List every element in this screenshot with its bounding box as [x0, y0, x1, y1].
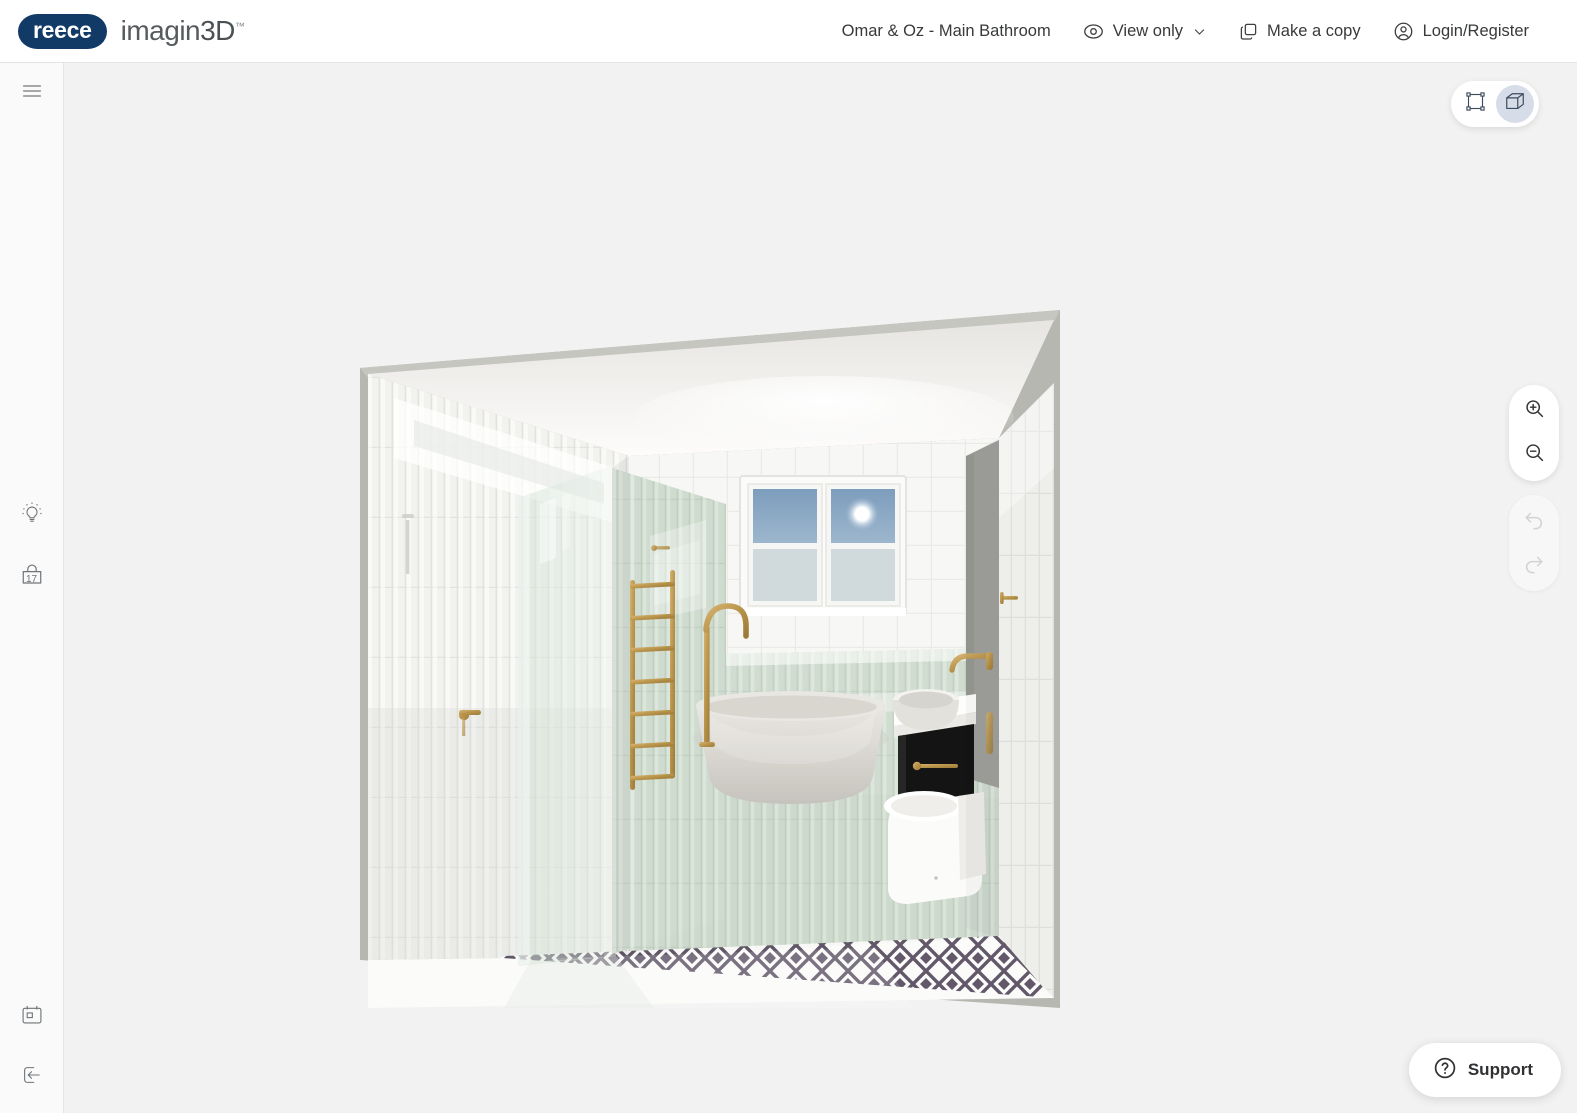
brand-logo[interactable]: reece imagin3D™ — [18, 13, 245, 49]
window — [739, 475, 907, 616]
undo-button[interactable] — [1514, 501, 1554, 541]
shopping-bag-count: 17 — [25, 573, 38, 585]
view-mode-label: View only — [1112, 21, 1184, 40]
trademark-mark: ™ — [234, 21, 245, 33]
design-canvas[interactable]: Support — [64, 63, 1577, 1113]
zoom-in-icon — [1524, 398, 1545, 424]
header-actions: Omar & Oz - Main Bathroom View only Make… — [826, 13, 1545, 50]
cube-3d-button[interactable] — [1496, 85, 1534, 123]
sidebar-item-exit[interactable] — [10, 1055, 54, 1099]
eye-icon — [1083, 21, 1104, 42]
make-a-copy-button[interactable]: Make a copy — [1223, 14, 1377, 49]
sidebar-item-inspiration[interactable] — [10, 493, 54, 537]
redo-button[interactable] — [1514, 545, 1554, 585]
exit-icon — [20, 1063, 44, 1092]
project-title-label: Omar & Oz - Main Bathroom — [841, 21, 1051, 40]
view-mode-toggle — [1451, 81, 1539, 127]
login-register-button[interactable]: Login/Register — [1377, 13, 1545, 50]
redo-icon — [1523, 552, 1545, 579]
vanity — [893, 689, 976, 804]
app-header: reece imagin3D™ Omar & Oz - Main Bathroo… — [0, 0, 1577, 63]
zoom-controls — [1509, 385, 1559, 481]
undo-icon — [1523, 508, 1545, 535]
zoom-out-icon — [1524, 442, 1545, 468]
user-circle-icon — [1393, 21, 1414, 42]
chevron-down-icon — [1192, 24, 1207, 39]
sidebar-item-menu[interactable] — [10, 71, 54, 115]
floorplan-2d-button[interactable] — [1456, 85, 1494, 123]
shopping-bag-icon: 17 — [19, 562, 45, 588]
project-title: Omar & Oz - Main Bathroom — [826, 14, 1067, 49]
question-circle-icon — [1433, 1056, 1457, 1085]
freestanding-bath — [693, 691, 889, 804]
hamburger-menu-icon — [21, 80, 43, 107]
make-a-copy-label: Make a copy — [1267, 21, 1361, 40]
view-mode-dropdown[interactable]: View only — [1067, 13, 1223, 50]
copy-icon — [1239, 22, 1258, 41]
support-button[interactable]: Support — [1408, 1043, 1561, 1097]
support-label: Support — [1467, 1060, 1533, 1079]
glass-shower-screen — [518, 464, 616, 966]
imagin3d-logo-word: imagin — [120, 15, 201, 46]
reece-logo: reece — [18, 13, 107, 49]
floorplan-2d-icon — [1465, 91, 1486, 117]
zoom-in-button[interactable] — [1514, 391, 1554, 431]
imagin3d-logo-suffix: 3D — [200, 15, 235, 46]
history-controls — [1509, 495, 1559, 591]
lightbulb-icon — [19, 500, 45, 531]
imagin3d-logo: imagin3D™ — [121, 17, 245, 45]
calendar-icon — [20, 1003, 44, 1032]
cube-3d-icon — [1504, 91, 1526, 118]
canvas-tool-rail — [1509, 385, 1559, 591]
left-sidebar: 17 — [0, 63, 64, 1113]
login-register-label: Login/Register — [1422, 21, 1529, 40]
sidebar-item-shopping-bag[interactable]: 17 — [10, 553, 54, 597]
zoom-out-button[interactable] — [1514, 435, 1554, 475]
sidebar-item-plan[interactable] — [10, 995, 54, 1039]
bathroom-3d-render[interactable] — [354, 308, 1064, 1008]
